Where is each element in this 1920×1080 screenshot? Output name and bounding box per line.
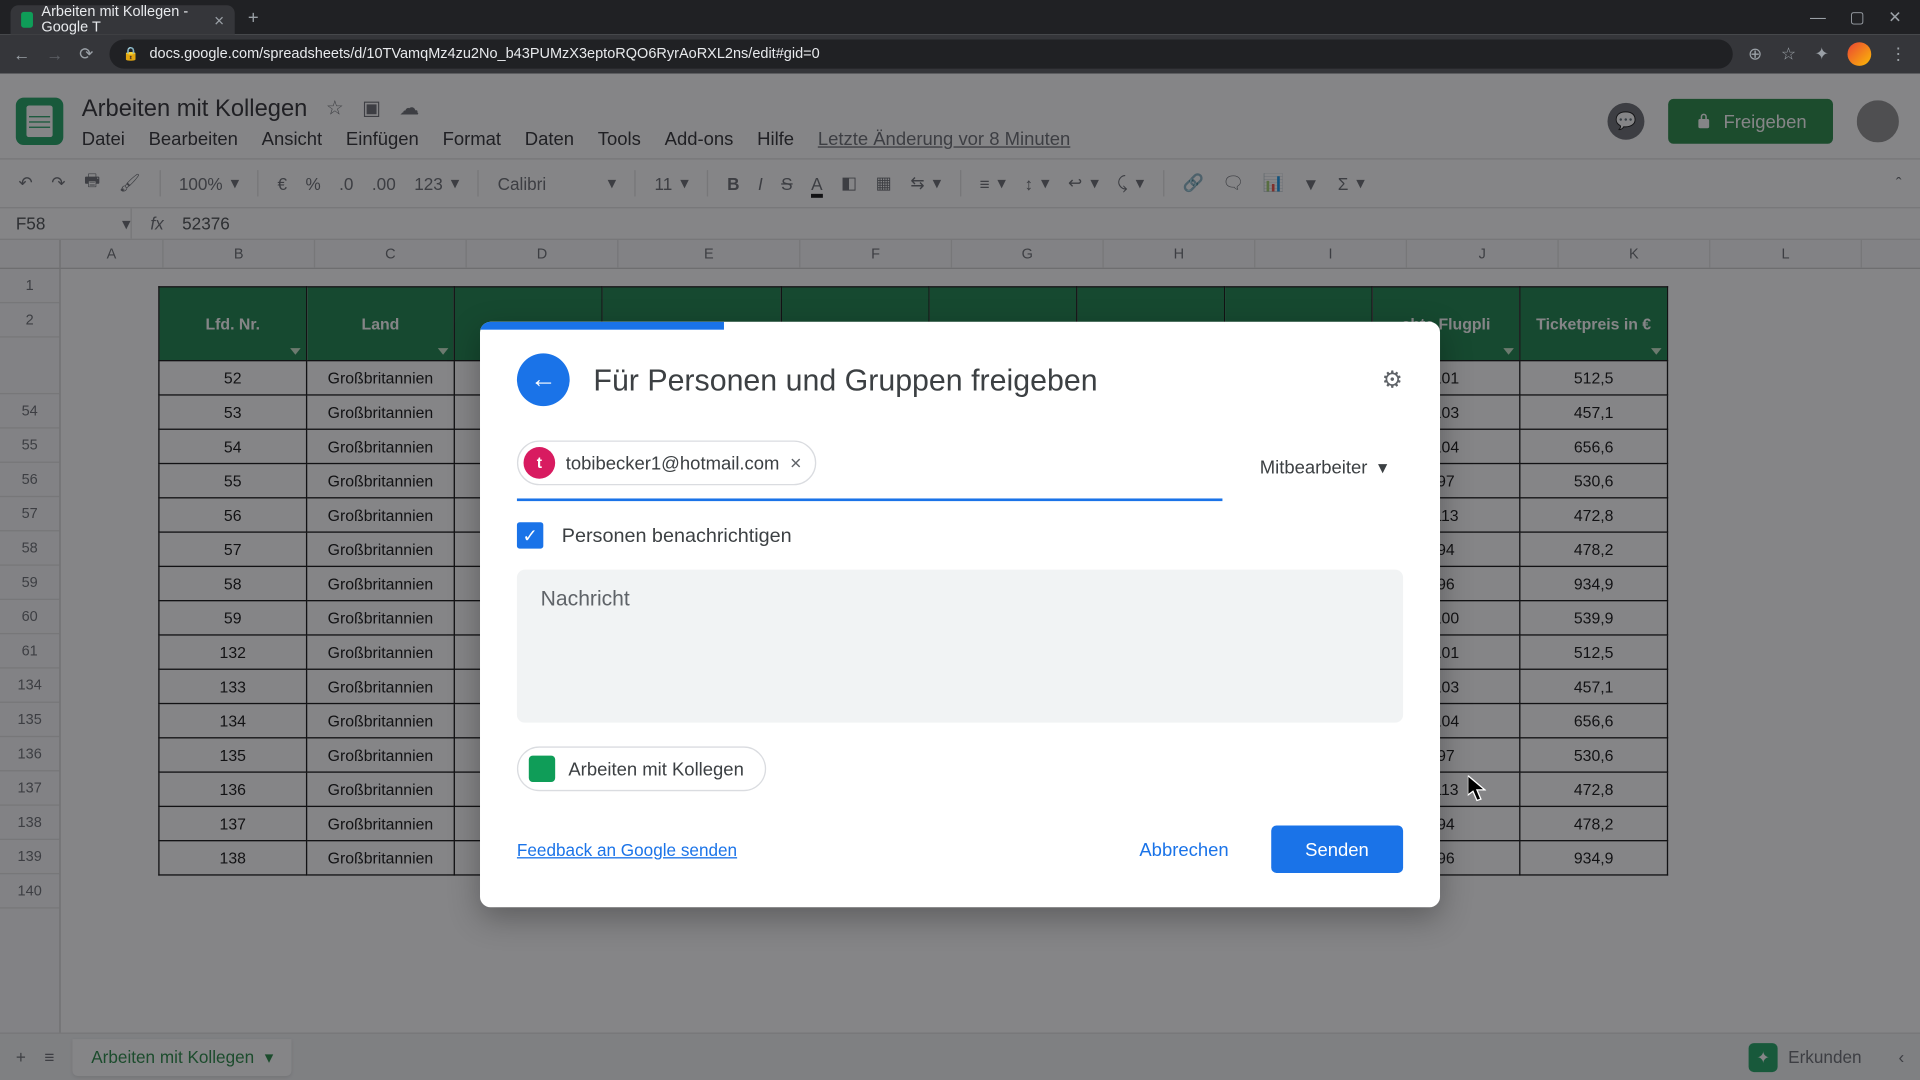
- browser-address-bar: ← → ⟳ 🔒 docs.google.com/spreadsheets/d/1…: [0, 34, 1920, 74]
- tab-favicon: [21, 12, 33, 28]
- zoom-icon[interactable]: ⊕: [1748, 44, 1762, 65]
- window-minimize-icon[interactable]: —: [1810, 8, 1826, 26]
- window-close-icon[interactable]: ✕: [1888, 8, 1901, 26]
- dialog-progress-bar: [480, 322, 724, 330]
- chip-email: tobibecker1@hotmail.com: [566, 452, 780, 473]
- person-chip[interactable]: t tobibecker1@hotmail.com ×: [517, 440, 816, 485]
- send-button[interactable]: Senden: [1271, 826, 1403, 873]
- notify-checkbox[interactable]: ✓: [517, 522, 543, 548]
- mouse-cursor-icon: [1468, 775, 1486, 801]
- role-select[interactable]: Mitbearbeiter ▾: [1244, 445, 1403, 489]
- attachment-name: Arbeiten mit Kollegen: [568, 758, 743, 779]
- chip-avatar: t: [524, 447, 556, 479]
- extensions-icon[interactable]: ✦: [1815, 44, 1829, 65]
- back-button[interactable]: ←: [517, 353, 570, 406]
- profile-avatar-icon[interactable]: [1847, 42, 1871, 66]
- people-input[interactable]: t tobibecker1@hotmail.com ×: [517, 433, 1223, 502]
- browser-menu-icon[interactable]: ⋮: [1890, 44, 1907, 65]
- browser-tab[interactable]: Arbeiten mit Kollegen - Google T ×: [11, 5, 235, 34]
- browser-titlebar: Arbeiten mit Kollegen - Google T × + — ▢…: [0, 0, 1920, 34]
- nav-forward-icon[interactable]: →: [46, 44, 63, 64]
- chevron-down-icon: ▾: [1378, 456, 1387, 478]
- share-dialog: ← Für Personen und Gruppen freigeben ⚙ t…: [480, 322, 1440, 908]
- tab-title: Arbeiten mit Kollegen - Google T: [41, 4, 206, 36]
- new-tab-button[interactable]: +: [248, 7, 259, 28]
- dialog-title: Für Personen und Gruppen freigeben: [593, 362, 1097, 398]
- lock-icon: 🔒: [123, 47, 139, 62]
- feedback-link[interactable]: Feedback an Google senden: [517, 839, 737, 859]
- message-textarea[interactable]: Nachricht: [517, 570, 1403, 723]
- notify-label: Personen benachrichtigen: [562, 524, 792, 546]
- tab-close-icon[interactable]: ×: [214, 10, 224, 30]
- nav-reload-icon[interactable]: ⟳: [79, 44, 93, 65]
- nav-back-icon[interactable]: ←: [13, 44, 30, 64]
- cancel-button[interactable]: Abbrechen: [1113, 826, 1255, 873]
- url-input[interactable]: 🔒 docs.google.com/spreadsheets/d/10TVamq…: [109, 40, 1732, 69]
- window-maximize-icon[interactable]: ▢: [1850, 8, 1865, 26]
- bookmark-icon[interactable]: ☆: [1781, 44, 1796, 65]
- chip-remove-icon[interactable]: ×: [790, 452, 802, 474]
- message-placeholder: Nachricht: [541, 588, 630, 610]
- url-text: docs.google.com/spreadsheets/d/10TVamqMz…: [149, 46, 819, 62]
- attachment-chip[interactable]: Arbeiten mit Kollegen: [517, 746, 766, 791]
- gear-icon[interactable]: ⚙: [1382, 366, 1403, 394]
- sheets-file-icon: [529, 756, 555, 782]
